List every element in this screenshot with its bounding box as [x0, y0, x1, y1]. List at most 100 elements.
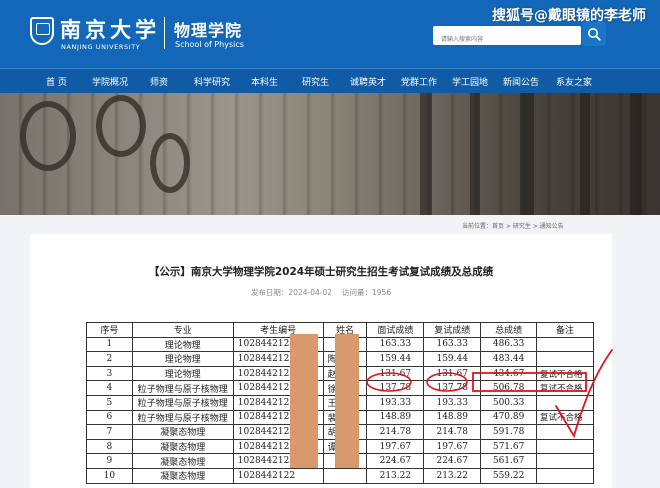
table-cell: 159.44 [366, 351, 425, 367]
nav-item-alumni[interactable]: 系友之家 [556, 75, 592, 88]
column-header: 备注 [536, 322, 594, 338]
table-cell: 1 [86, 336, 133, 353]
table-cell: 5 [86, 394, 133, 411]
table-cell: 粒子物理与原子核物理 [131, 380, 234, 396]
university-logo-icon[interactable] [30, 17, 54, 45]
column-header: 复试成绩 [423, 322, 482, 338]
university-name-cn[interactable]: 南京大学 [60, 14, 160, 44]
table-cell: 8 [86, 438, 133, 455]
table-cell: 131.67 [366, 365, 425, 382]
table-cell: 137.78 [366, 380, 425, 396]
column-header: 总成绩 [480, 322, 538, 338]
search-input[interactable] [433, 30, 581, 49]
table-cell [536, 351, 594, 367]
school-name-en: School of Physics [175, 40, 244, 49]
nav-item-student-affairs[interactable]: 学工园地 [452, 75, 488, 88]
table-cell: 571.67 [480, 438, 538, 455]
table-cell: 4 [86, 380, 133, 396]
table-cell: 213.22 [423, 467, 482, 484]
table-cell: 193.33 [366, 394, 425, 411]
nav-item-about[interactable]: 学院概况 [92, 75, 128, 88]
nav-item-research[interactable]: 科学研究 [194, 75, 230, 88]
nav-item-careers[interactable]: 诚聘英才 [350, 75, 386, 88]
table-cell: 粒子物理与原子核物理 [131, 394, 234, 411]
redaction-bar [335, 334, 359, 468]
search-box [433, 26, 581, 49]
table-cell: 理论物理 [131, 365, 234, 382]
table-cell: 434.67 [480, 365, 538, 382]
table-cell: 591.78 [480, 424, 538, 440]
table-cell: 10 [86, 467, 133, 484]
table-cell: 483.44 [480, 351, 538, 367]
table-cell: 506.78 [480, 380, 538, 396]
table-cell: 214.78 [366, 424, 425, 440]
site-header: 南京大学 NANJING UNIVERSITY 物理学院 School of P… [0, 0, 660, 68]
table-cell: 197.67 [366, 438, 425, 455]
table-cell: 148.89 [366, 409, 425, 426]
table-cell: 凝聚态物理 [131, 438, 234, 455]
table-cell: 1028442122 [232, 467, 324, 484]
table-cell: 理论物理 [131, 336, 234, 353]
main-nav: 首 页 学院概况 师资 科学研究 本科生 研究生 诚聘英才 党群工作 学工园地 … [0, 68, 660, 93]
table-cell: 486.33 [480, 336, 538, 353]
nav-item-faculty[interactable]: 师资 [150, 75, 168, 88]
nav-item-undergraduate[interactable]: 本科生 [251, 75, 278, 88]
table-cell [536, 438, 594, 455]
table-cell: 2 [86, 351, 133, 367]
table-cell: 131.67 [423, 365, 482, 382]
column-header: 序号 [86, 322, 133, 338]
table-cell: 137.78 [423, 380, 482, 396]
table-cell [536, 336, 594, 353]
table-cell: 559.22 [480, 467, 538, 484]
table-cell: 凝聚态物理 [131, 467, 234, 484]
nav-item-party[interactable]: 党群工作 [401, 75, 437, 88]
breadcrumb[interactable]: 当前位置：首页 > 研究生 > 通知公告 [462, 221, 564, 230]
table-cell: 3 [86, 365, 133, 382]
table-cell [536, 467, 594, 484]
table-cell: 理论物理 [131, 351, 234, 367]
table-cell: 163.33 [366, 336, 425, 353]
publish-date: 发布日期：2024-04-02 [250, 288, 332, 297]
table-cell: 561.67 [480, 453, 538, 469]
logo-divider [164, 17, 165, 49]
table-cell: 复试不合格 [536, 365, 594, 382]
table-cell: 224.67 [366, 453, 425, 469]
search-icon [588, 28, 601, 41]
table-cell: 197.67 [423, 438, 482, 455]
table-cell: 粒子物理与原子核物理 [131, 409, 234, 426]
table-cell [322, 467, 368, 484]
table-cell: 214.78 [423, 424, 482, 440]
notice-meta: 发布日期：2024-04-02 访问量：1956 [30, 287, 612, 298]
table-cell: 凝聚态物理 [131, 424, 234, 440]
table-cell: 224.67 [423, 453, 482, 469]
table-cell: 复试不合格 [536, 380, 594, 396]
page-title: 【公示】南京大学物理学院2024年硕士研究生招生考试复试成绩及总成绩 [148, 266, 494, 278]
table-cell: 7 [86, 424, 133, 440]
column-header: 面试成绩 [366, 322, 425, 338]
banner-image [0, 93, 660, 215]
search-button[interactable] [582, 22, 606, 46]
table-cell: 复试不合格 [536, 409, 594, 426]
table-cell: 凝聚态物理 [131, 453, 234, 469]
view-count: 访问量：1956 [342, 288, 392, 297]
table-cell [536, 453, 594, 469]
table-cell [536, 394, 594, 411]
nav-item-news[interactable]: 新闻公告 [503, 75, 539, 88]
school-name-cn[interactable]: 物理学院 [174, 17, 242, 41]
nav-item-home[interactable]: 首 页 [46, 75, 67, 88]
table-cell: 213.22 [366, 467, 425, 484]
table-cell: 470.89 [480, 409, 538, 426]
table-cell: 163.33 [423, 336, 482, 353]
column-header: 专业 [131, 322, 234, 338]
table-cell: 9 [86, 453, 133, 469]
table-cell [536, 424, 594, 440]
table-cell: 500.33 [480, 394, 538, 411]
table-cell: 6 [86, 409, 133, 426]
table-cell: 159.44 [423, 351, 482, 367]
nav-item-graduate[interactable]: 研究生 [302, 75, 329, 88]
redaction-bar [290, 334, 318, 468]
table-cell: 148.89 [423, 409, 482, 426]
table-cell: 193.33 [423, 394, 482, 411]
university-name-en: NANJING UNIVERSITY [61, 43, 141, 51]
watermark-text: 搜狐号@戴眼镜的李老师 [492, 8, 646, 24]
